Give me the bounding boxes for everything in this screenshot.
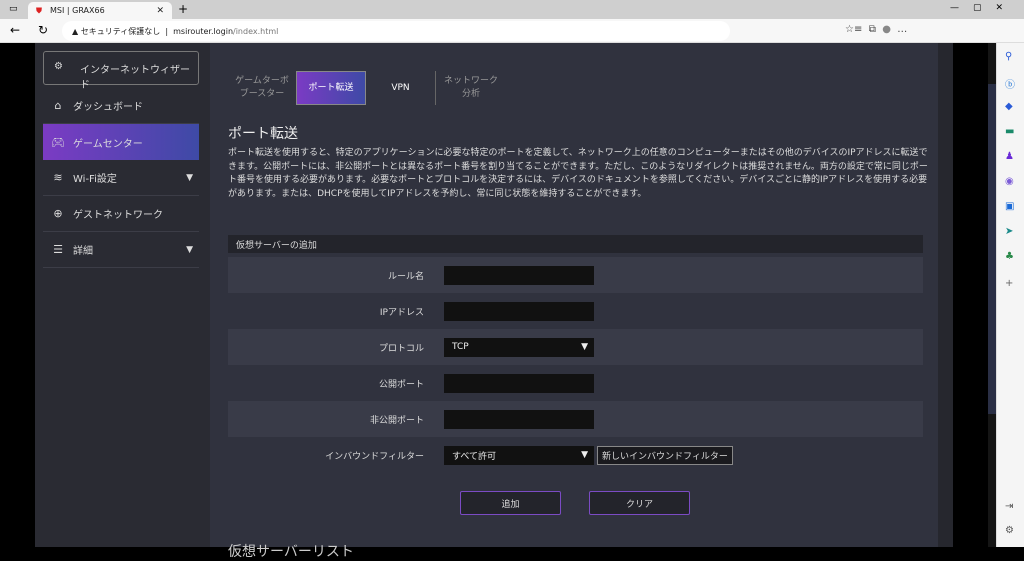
page-title: ポート転送 [228,126,298,142]
page-description: ポート転送を使用すると、特定のアプリケーションに必要な特定のポートを定義して、ネ… [228,148,928,199]
sub-tabs: ゲームターボ ブースター ポート転送 VPN ネットワーク 分析 [228,71,506,105]
rule-name-row: ルール名 [228,257,923,293]
label: ルール名 [387,271,424,282]
public-port-input[interactable] [444,373,594,393]
globe-icon: ⊕ [53,207,63,220]
tab-actions-icon[interactable]: ▭ [9,4,18,14]
label: 非公開ポート [369,415,424,426]
ip-row: IPアドレス [228,293,923,329]
tab-title: MSI | GRAX66 [50,6,105,15]
outlook-icon[interactable]: ▣ [1005,201,1014,212]
public-port-row: 公開ポート [228,365,923,401]
clear-button[interactable]: クリア [589,491,690,515]
chevron-down-icon: ▼ [186,172,193,183]
sliders-icon: ☰ [53,243,63,256]
browser-tab-bar: ▭ ⛊ MSI | GRAX66 ✕ + —▢✕ [0,0,1024,19]
wifi-icon: ≋ [53,171,63,184]
sidebar-item-game-center[interactable]: 🎮︎ ゲームセンター [43,124,199,160]
sidebar-item-dashboard[interactable]: ⌂ ダッシュボード [43,88,199,124]
sidebar-collapse-icon[interactable]: ⇥ [1005,501,1013,512]
browser-tab[interactable]: ⛊ MSI | GRAX66 ✕ [28,2,172,19]
label: ゲストネットワーク [73,210,163,221]
add-button[interactable]: 追加 [460,491,561,515]
list-title: 仮想サーバーリスト [228,544,354,560]
label: ダッシュボード [73,102,143,113]
inbound-filter-select[interactable]: すべて許可 ▼ [444,445,594,465]
msi-shield-icon: ⛊ [36,5,42,15]
add-icon[interactable]: + [1005,278,1013,289]
tree-icon[interactable]: ♣ [1005,251,1014,262]
warning-icon: ▲ [72,26,79,36]
security-label: セキュリティ保護なし [80,26,161,36]
rule-name-input[interactable] [444,265,594,285]
inbound-row: インバウンドフィルター すべて許可 ▼ 新しいインバウンドフィルター [228,437,923,473]
value: すべて許可 [452,451,497,462]
window-controls[interactable]: —▢✕ [950,3,1017,13]
new-inbound-filter-button[interactable]: 新しいインバウンドフィルター [597,445,733,465]
tab-game-turbo[interactable]: ゲームターボ ブースター [228,71,296,105]
private-port-input[interactable] [444,409,594,429]
tab-port-forwarding[interactable]: ポート転送 [296,71,366,105]
sidebar-nav: ⚙ インターネットウィザード ⌂ ダッシュボード 🎮︎ ゲームセンター ≋ Wi-Fi設… [35,43,210,547]
scrollbar-thumb[interactable] [988,84,996,414]
edge-sidebar: ⚲ ⓑ ◆ ▬ ♟ ◉ ▣ ➤ ♣ + ⇥ ⚙ [996,43,1024,547]
gear-icon: ⚙ [54,61,63,72]
label: インバウンドフィルター [325,451,424,462]
ip-address-input[interactable] [444,301,594,321]
refresh-icon[interactable]: ↻ [38,23,48,37]
tab-vpn[interactable]: VPN [366,71,436,105]
panel-edge [938,43,953,547]
tab-network-analysis[interactable]: ネットワーク 分析 [436,71,506,105]
label: プロトコル [378,343,424,354]
gamepad-icon: 🎮︎ [51,135,65,149]
url-path: /index.html [233,26,279,36]
settings-icon[interactable]: ⚙ [1005,525,1014,536]
value: TCP [452,342,469,352]
internet-wizard-button[interactable]: ⚙ インターネットウィザード [43,51,199,91]
new-tab-icon[interactable]: + [178,2,188,16]
toolbar-icons[interactable]: ☆≡ ⧉ ● … [845,24,907,35]
url-host: msirouter.login [173,26,234,36]
chevron-down-icon: ▼ [581,450,588,460]
sidebar-item-advanced[interactable]: ☰ 詳細 ▼ [43,232,199,268]
protocol-select[interactable]: TCP ▼ [444,337,594,357]
tools-icon[interactable]: ▬ [1005,126,1014,137]
address-bar: ← ↻ ▲ セキュリティ保護なし | msirouter.login/index… [0,19,1024,43]
chevron-down-icon: ▼ [186,244,193,255]
label: Wi-Fi設定 [73,174,117,185]
label: IPアドレス [379,307,424,318]
private-port-row: 非公開ポート [228,401,923,437]
send-icon[interactable]: ➤ [1005,226,1013,237]
home-icon: ⌂ [54,99,62,112]
sidebar-item-guest-network[interactable]: ⊕ ゲストネットワーク [43,196,199,232]
sidebar-item-wifi[interactable]: ≋ Wi-Fi設定 ▼ [43,160,199,196]
close-tab-icon[interactable]: ✕ [156,6,164,16]
label: 詳細 [73,246,93,257]
label: ゲームセンター [73,138,143,150]
search-icon[interactable]: ⚲ [1005,51,1012,62]
shopping-tag-icon[interactable]: ◆ [1005,101,1013,112]
office-icon[interactable]: ◉ [1005,176,1014,187]
protocol-row: プロトコル TCP ▼ [228,329,923,365]
label: 公開ポート [378,379,424,390]
url-input[interactable]: ▲ セキュリティ保護なし | msirouter.login/index.htm… [62,21,730,41]
chevron-down-icon: ▼ [581,342,588,352]
section-header: 仮想サーバーの追加 [228,235,923,253]
bing-icon[interactable]: ⓑ [1005,76,1015,91]
main-panel: ゲームターボ ブースター ポート転送 VPN ネットワーク 分析 ポート転送 ポ… [210,43,938,560]
back-icon[interactable]: ← [10,23,20,37]
games-icon[interactable]: ♟ [1005,151,1014,162]
